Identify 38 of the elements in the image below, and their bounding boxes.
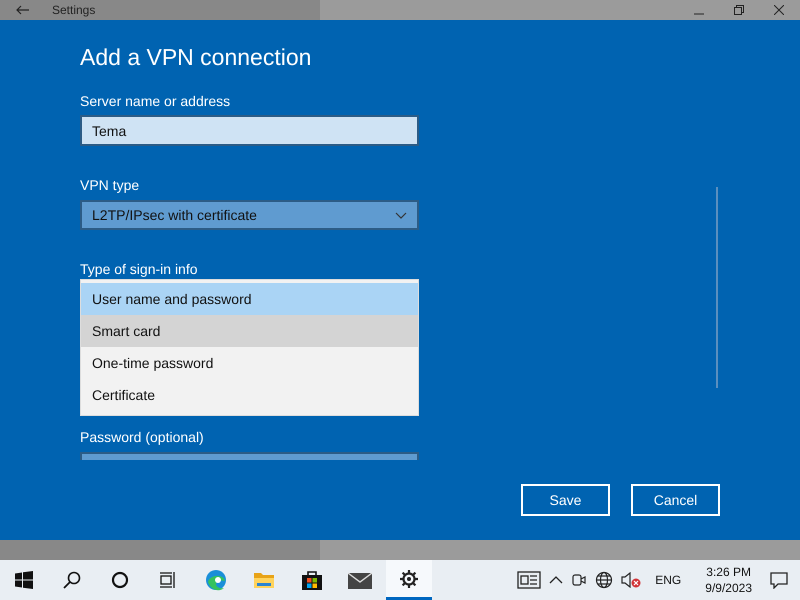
muted-speaker-icon[interactable] — [621, 572, 642, 588]
close-icon[interactable] — [774, 5, 784, 15]
chevron-down-icon — [395, 212, 407, 218]
shopping-bag-icon — [301, 569, 323, 591]
browser-icon — [205, 569, 227, 591]
mail-icon — [348, 571, 372, 589]
clock-time[interactable]: 3:26 PM — [706, 564, 751, 580]
vpn-type-dropdown[interactable]: L2TP/IPsec with certificate — [80, 200, 419, 230]
folder-icon — [253, 570, 275, 590]
field-label: Type of sign-in info — [80, 261, 198, 277]
gear-icon — [399, 568, 419, 588]
back-arrow-icon[interactable] — [16, 5, 30, 15]
server-input-field[interactable]: Tema — [80, 115, 419, 146]
camera-icon[interactable] — [571, 572, 588, 588]
dropdown-option[interactable]: One-time password — [81, 347, 418, 379]
taskbar-button[interactable] — [386, 560, 432, 600]
clock-date[interactable]: 9/9/2023 — [705, 580, 752, 596]
globe-icon[interactable] — [595, 571, 614, 589]
circle-icon — [111, 571, 129, 589]
window-title: Settings — [52, 3, 96, 17]
restore-icon[interactable] — [734, 5, 744, 15]
notification-icon[interactable] — [770, 571, 788, 589]
scrollbar[interactable] — [716, 187, 718, 388]
dropdown-option[interactable]: Smart card — [81, 315, 418, 347]
field-label: Server name or address — [80, 93, 230, 109]
search-icon — [63, 571, 81, 589]
dropdown-option[interactable]: Certificate — [81, 379, 418, 411]
dialog-title: Add a VPN connection — [80, 43, 312, 72]
save-button[interactable]: Save — [521, 484, 610, 516]
language-indicator[interactable]: ENG — [655, 573, 682, 587]
news-icon[interactable] — [517, 571, 542, 589]
caret-up-icon[interactable] — [549, 576, 564, 584]
field-label: VPN type — [80, 177, 140, 193]
cancel-button[interactable]: Cancel — [631, 484, 720, 516]
task-view-icon — [159, 571, 177, 589]
dropdown-option[interactable]: User name and password — [81, 283, 418, 315]
field-label: Password (optional) — [80, 429, 204, 445]
windows-logo-icon — [15, 571, 33, 589]
